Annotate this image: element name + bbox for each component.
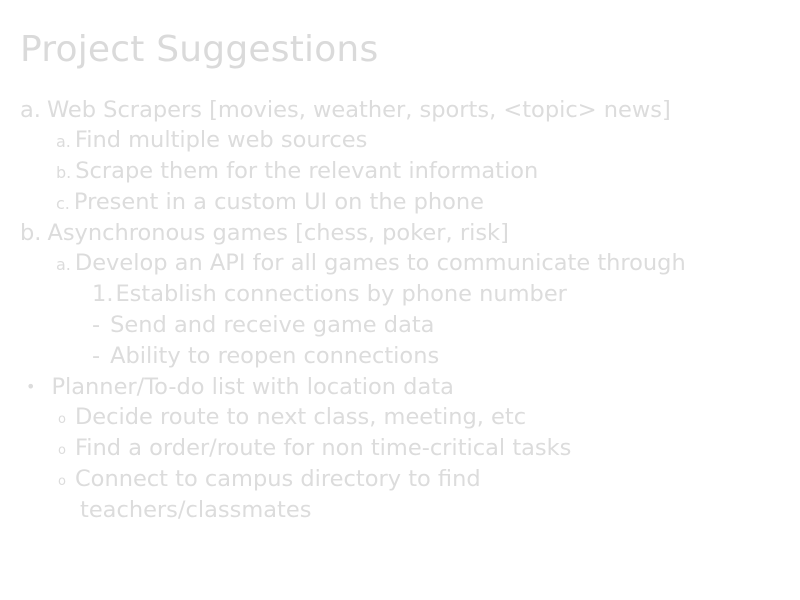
list-marker: c.	[56, 194, 70, 213]
slide-title: Project Suggestions	[20, 29, 379, 70]
list-item-text: Establish connections by phone number	[115, 281, 567, 307]
list-marker: a.	[20, 97, 41, 123]
list-marker: -	[92, 312, 101, 338]
list-item: a. Find multiple web sources	[56, 125, 367, 157]
slide: Project Suggestions a. Web Scrapers [mov…	[0, 0, 800, 600]
list-marker: b.	[56, 163, 72, 182]
list-item: b. Asynchronous games [chess, poker, ris…	[20, 218, 509, 249]
list-item-continuation: teachers/classmates	[80, 495, 311, 526]
list-item-text: Find a order/route for non time-critical…	[74, 435, 572, 461]
list-item-text: Connect to campus directory to find	[74, 466, 481, 492]
list-item: - Ability to reopen connections	[92, 341, 439, 372]
list-item: o Connect to campus directory to find	[58, 464, 481, 498]
circle-bullet-icon: o	[58, 412, 66, 427]
list-item-text: Develop an API for all games to communic…	[74, 250, 686, 276]
bullet-icon: •	[26, 377, 36, 396]
list-marker: 1.	[92, 281, 114, 307]
list-item-text: teachers/classmates	[80, 497, 312, 523]
list-item: a. Web Scrapers [movies, weather, sports…	[20, 95, 671, 126]
list-item: o Decide route to next class, meeting, e…	[58, 402, 526, 436]
list-item: b. Scrape them for the relevant informat…	[56, 156, 538, 188]
list-item-text: Send and receive game data	[110, 312, 435, 338]
list-marker: b.	[20, 220, 42, 246]
list-item: • Planner/To-do list with location data	[26, 372, 454, 404]
circle-bullet-icon: o	[58, 474, 66, 489]
list-item-text: Planner/To-do list with location data	[51, 374, 454, 400]
list-item-text: Find multiple web sources	[74, 127, 368, 153]
list-item: a. Develop an API for all games to commu…	[56, 248, 686, 280]
list-item: o Find a order/route for non time-critic…	[58, 433, 571, 467]
list-item: c. Present in a custom UI on the phone	[56, 187, 484, 219]
list-item-text: Web Scrapers [movies, weather, sports, <…	[46, 97, 671, 123]
list-item-text: Present in a custom UI on the phone	[73, 189, 484, 215]
list-marker: a.	[56, 132, 71, 151]
list-item-text: Asynchronous games [chess, poker, risk]	[47, 220, 509, 246]
list-marker: a.	[56, 255, 71, 274]
circle-bullet-icon: o	[58, 443, 66, 458]
list-item-text: Scrape them for the relevant information	[75, 158, 539, 184]
list-item: - Send and receive game data	[92, 310, 434, 341]
list-item-text: Decide route to next class, meeting, etc	[74, 404, 527, 430]
list-item-text: Ability to reopen connections	[110, 343, 440, 369]
list-item: 1. Establish connections by phone number	[92, 279, 567, 310]
list-marker: -	[92, 343, 101, 369]
